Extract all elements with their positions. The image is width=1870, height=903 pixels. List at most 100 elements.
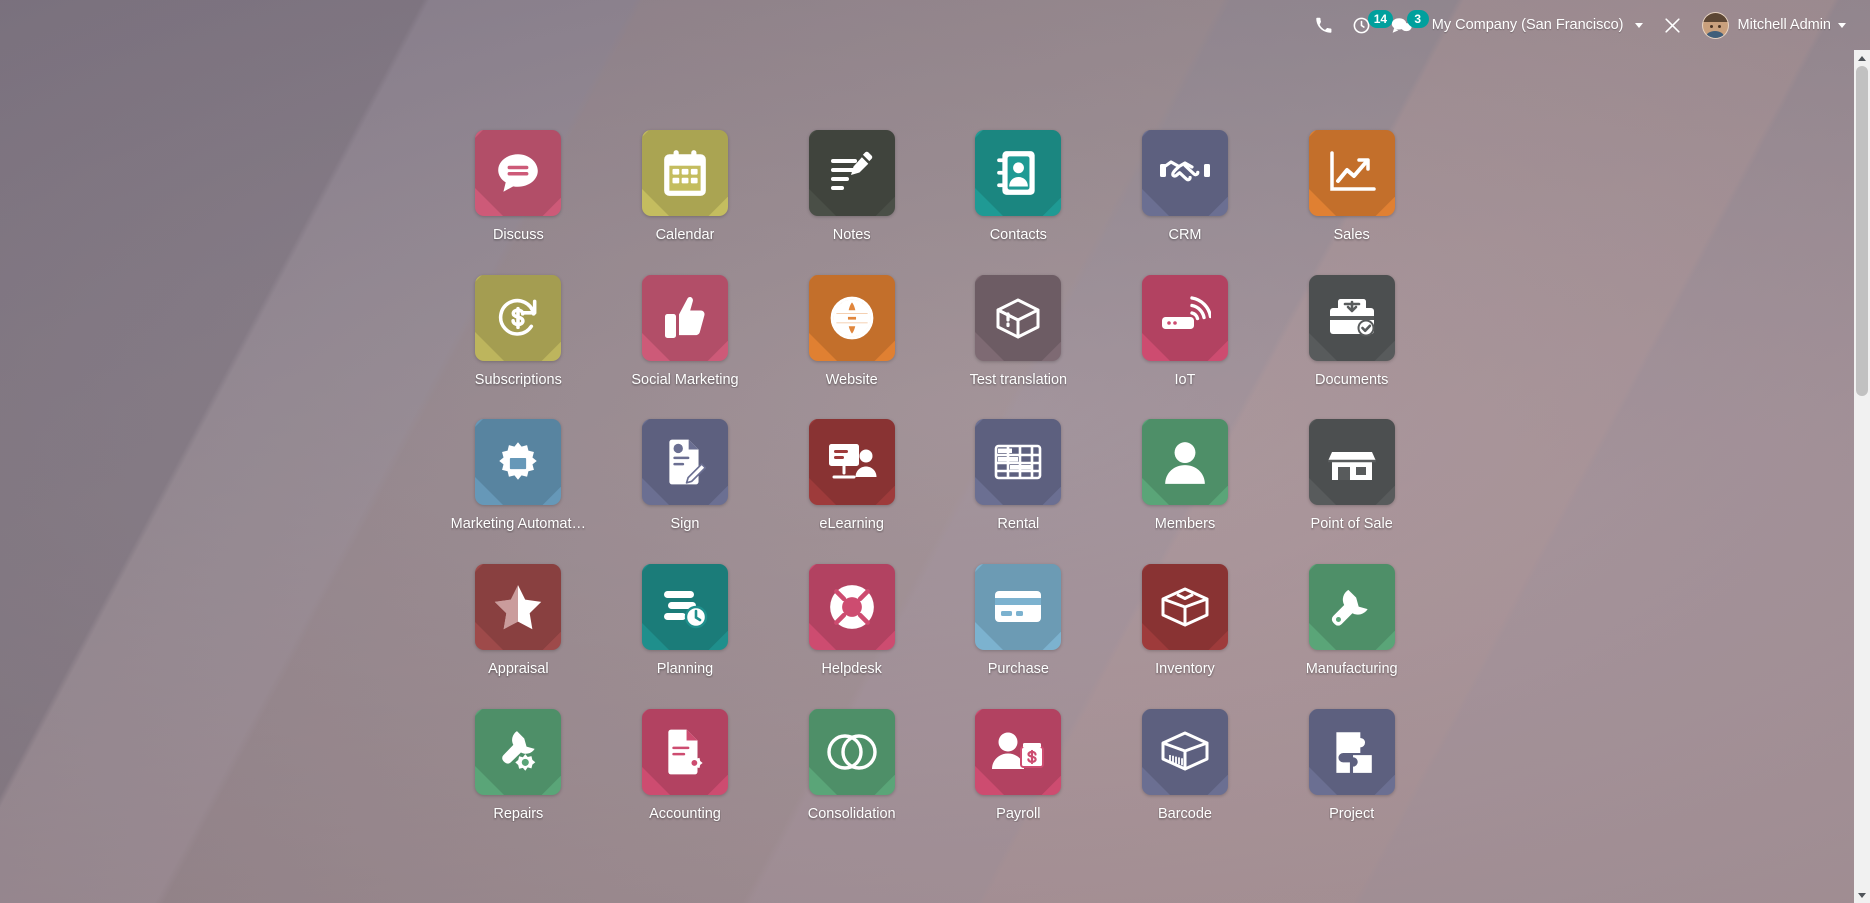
app-tile-documents[interactable]: Documents xyxy=(1268,274,1435,389)
app-tile-social-marketing[interactable]: Social Marketing xyxy=(602,274,769,389)
app-tile-notes[interactable]: Notes xyxy=(768,130,935,244)
app-tile-purchase[interactable]: Purchase xyxy=(935,564,1102,678)
vertical-scrollbar[interactable] xyxy=(1854,50,1870,903)
app-tile-elearning[interactable]: eLearning xyxy=(768,419,935,533)
contacts-addressbook-icon xyxy=(975,130,1062,216)
app-tile-manufacturing[interactable]: Manufacturing xyxy=(1268,564,1435,678)
app-tile-subscriptions[interactable]: Subscriptions xyxy=(435,274,602,389)
chevron-down-icon xyxy=(1838,22,1846,28)
app-tile-repairs[interactable]: Repairs xyxy=(435,708,602,823)
app-label: Discuss xyxy=(492,227,544,243)
app-tile-test-translation[interactable]: Test translation xyxy=(935,274,1102,389)
app-label: IoT xyxy=(1174,371,1196,388)
subscriptions-recurring-icon xyxy=(475,274,562,361)
app-tile-point-of-sale[interactable]: Point of Sale xyxy=(1268,419,1435,533)
scroll-down-arrow-icon[interactable] xyxy=(1854,887,1870,903)
app-tile-sign[interactable]: Sign xyxy=(602,419,769,533)
app-tile-marketing-automat[interactable]: Marketing Automat… xyxy=(435,419,602,533)
app-label: Barcode xyxy=(1157,805,1212,822)
documents-folder-check-icon xyxy=(1308,274,1395,361)
company-name-label: My Company (San Francisco) xyxy=(1431,17,1624,33)
helpdesk-life-ring-icon xyxy=(808,564,895,651)
app-label: Helpdesk xyxy=(821,661,882,678)
app-label: Members xyxy=(1154,516,1216,533)
notes-pencil-icon xyxy=(808,130,895,216)
app-label: Accounting xyxy=(649,805,721,822)
app-label: Planning xyxy=(656,661,714,678)
scrollbar-thumb[interactable] xyxy=(1856,66,1868,396)
app-tile-appraisal[interactable]: Appraisal xyxy=(435,564,602,678)
app-label: CRM xyxy=(1168,227,1202,243)
manufacturing-wrench-icon xyxy=(1308,564,1395,651)
purchase-credit-card-icon xyxy=(975,564,1062,651)
app-label: Repairs xyxy=(493,805,544,822)
app-label: Point of Sale xyxy=(1310,516,1393,533)
app-tile-project[interactable]: Project xyxy=(1268,708,1435,823)
app-label: Calendar xyxy=(655,227,715,243)
app-tile-payroll[interactable]: Payroll xyxy=(935,708,1102,823)
app-label: Contacts xyxy=(989,227,1047,243)
scroll-up-arrow-icon[interactable] xyxy=(1854,50,1870,66)
app-label: Marketing Automat… xyxy=(450,516,587,533)
app-label: Rental xyxy=(997,516,1040,533)
user-name-label: Mitchell Admin xyxy=(1737,17,1831,33)
rental-calendar-grid-icon xyxy=(975,419,1062,506)
activities-menu[interactable]: 14 xyxy=(1342,0,1394,50)
debug-wrench-icon xyxy=(1663,16,1682,35)
app-tile-consolidation[interactable]: Consolidation xyxy=(768,708,935,823)
marketing-automation-gear-mail-icon xyxy=(475,419,562,506)
app-label: Inventory xyxy=(1155,661,1215,678)
accounting-document-gear-icon xyxy=(641,708,728,795)
debug-mode-button[interactable] xyxy=(1653,0,1692,50)
phone-call-button[interactable] xyxy=(1305,0,1342,50)
top-navbar: 14 3 My Company (San Francisco) Mitchell… xyxy=(0,0,1870,50)
app-tile-iot[interactable]: IoT xyxy=(1102,274,1269,389)
app-label: Payroll xyxy=(996,805,1041,822)
company-switcher[interactable]: My Company (San Francisco) xyxy=(1422,0,1653,50)
app-tile-accounting[interactable]: Accounting xyxy=(602,708,769,823)
app-tile-website[interactable]: Website xyxy=(768,274,935,389)
app-tile-rental[interactable]: Rental xyxy=(935,419,1102,533)
app-label: Purchase xyxy=(987,661,1049,678)
app-tile-planning[interactable]: Planning xyxy=(602,564,769,678)
chevron-down-icon xyxy=(1634,22,1643,28)
apps-grid: Discuss Calendar Notes Contacts CRM Sale… xyxy=(435,50,1435,822)
user-menu[interactable]: Mitchell Admin xyxy=(1692,0,1856,50)
app-label: eLearning xyxy=(819,516,884,533)
app-label: Sales xyxy=(1333,227,1370,243)
inventory-open-box-icon xyxy=(1141,564,1228,651)
app-tile-barcode[interactable]: Barcode xyxy=(1102,708,1269,823)
app-tile-members[interactable]: Members xyxy=(1102,419,1269,533)
app-tile-discuss[interactable]: Discuss xyxy=(435,130,602,244)
apps-scroll-container[interactable]: Discuss Calendar Notes Contacts CRM Sale… xyxy=(0,50,1870,903)
crm-handshake-icon xyxy=(1141,130,1228,216)
members-person-icon xyxy=(1141,419,1228,506)
app-tile-contacts[interactable]: Contacts xyxy=(935,130,1102,244)
app-label: Notes xyxy=(832,227,871,243)
app-label: Documents xyxy=(1314,371,1389,388)
planning-bars-clock-icon xyxy=(641,564,728,651)
app-label: Consolidation xyxy=(807,805,896,822)
elearning-presentation-icon xyxy=(808,419,895,506)
app-tile-crm[interactable]: CRM xyxy=(1102,130,1269,244)
sign-document-pen-icon xyxy=(641,419,728,506)
barcode-box-icon xyxy=(1141,708,1228,795)
social-thumbs-up-icon xyxy=(641,274,728,361)
app-tile-sales[interactable]: Sales xyxy=(1268,130,1435,244)
phone-icon xyxy=(1315,17,1332,34)
app-label: Subscriptions xyxy=(474,371,562,388)
messages-menu[interactable]: 3 xyxy=(1381,0,1429,50)
consolidation-circles-icon xyxy=(808,708,895,795)
sales-growth-chart-icon xyxy=(1308,130,1395,216)
discuss-chat-bubble-icon xyxy=(475,130,562,216)
test-translation-box-icon xyxy=(975,274,1062,361)
app-label: Social Marketing xyxy=(631,371,739,388)
iot-router-signal-icon xyxy=(1141,274,1228,361)
app-tile-calendar[interactable]: Calendar xyxy=(602,130,769,244)
website-globe-icon xyxy=(808,274,895,361)
calendar-icon xyxy=(641,130,728,216)
app-tile-inventory[interactable]: Inventory xyxy=(1102,564,1269,678)
app-tile-helpdesk[interactable]: Helpdesk xyxy=(768,564,935,678)
app-label: Test translation xyxy=(969,371,1068,388)
app-label: Appraisal xyxy=(488,661,549,678)
